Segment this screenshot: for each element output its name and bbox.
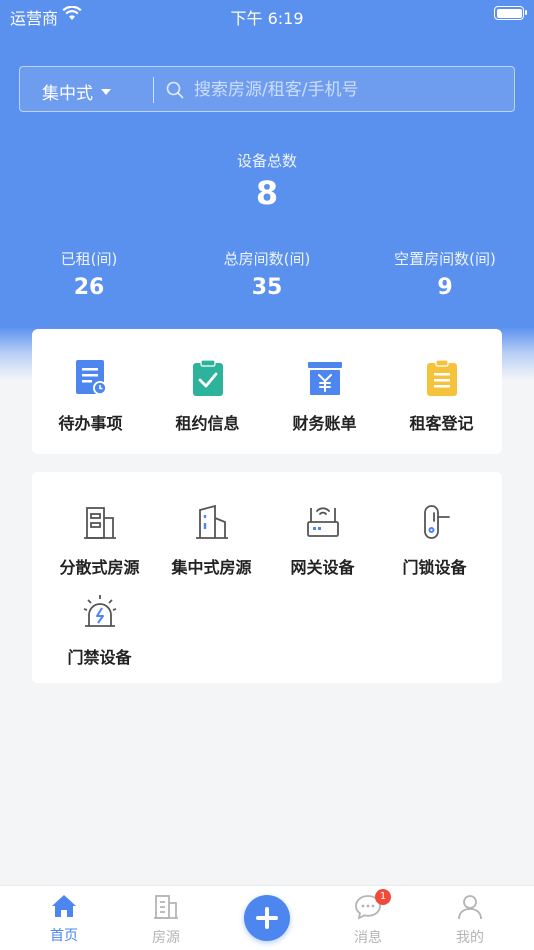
status-bar: 运营商 下午 6:19 <box>0 0 534 30</box>
stat-vacant-rooms[interactable]: 空置房间数(间) 9 <box>356 248 534 300</box>
home-icon <box>11 894 117 922</box>
quick-action-label: 待办事项 <box>58 414 123 433</box>
stat-total-rooms[interactable]: 总房间数(间) 35 <box>178 248 356 300</box>
battery-icon <box>494 6 527 20</box>
stat-value: 9 <box>437 275 453 300</box>
module-label: 门锁设备 <box>402 558 467 577</box>
add-button[interactable] <box>244 895 290 941</box>
tab-label: 房源 <box>152 930 180 946</box>
module-centralized-housing[interactable]: 集中式房源 <box>153 502 270 578</box>
tab-home[interactable]: 首页 <box>11 894 117 945</box>
module-scattered-housing[interactable]: 分散式房源 <box>41 502 158 578</box>
user-icon <box>417 894 523 924</box>
stat-label: 总房间数(间) <box>223 250 311 268</box>
tenant-register-icon <box>383 358 500 398</box>
device-total-label: 设备总数 <box>236 152 297 170</box>
quick-actions-card: 待办事项 租约信息 财务账单 租客登记 <box>32 329 502 454</box>
stat-label: 已租(间) <box>60 250 118 268</box>
modules-card: 分散式房源 集中式房源 网关设备 门锁设备 门禁设备 <box>32 472 502 683</box>
module-access-control[interactable]: 门禁设备 <box>41 592 158 668</box>
quick-action-label: 租客登记 <box>409 414 474 433</box>
stat-value: 35 <box>251 275 283 300</box>
tab-housing[interactable]: 房源 <box>113 894 219 947</box>
search-icon <box>166 81 184 103</box>
message-badge: 1 <box>375 889 391 905</box>
building-icon <box>113 894 219 924</box>
access-alarm-icon <box>41 592 158 632</box>
todo-list-icon <box>32 358 149 398</box>
building-type-dropdown[interactable]: 集中式 <box>42 79 111 104</box>
module-gateway-device[interactable]: 网关设备 <box>264 502 381 578</box>
scattered-building-icon <box>41 502 158 542</box>
tab-label: 消息 <box>354 930 382 946</box>
stat-label: 空置房间数(间) <box>394 250 496 268</box>
quick-action-finance[interactable]: 财务账单 <box>266 358 383 434</box>
search-bar: 集中式 <box>19 66 515 112</box>
quick-action-todo[interactable]: 待办事项 <box>32 358 149 434</box>
tab-label: 首页 <box>50 928 78 944</box>
stat-rented[interactable]: 已租(间) 26 <box>0 248 178 300</box>
search-divider <box>153 77 154 103</box>
tab-messages[interactable]: 消息 <box>315 894 421 947</box>
search-input[interactable] <box>194 77 494 103</box>
stat-value: 26 <box>73 275 105 300</box>
lease-clipboard-icon <box>149 358 266 398</box>
message-icon <box>315 894 421 924</box>
tab-label: 我的 <box>456 930 484 946</box>
finance-bill-icon <box>266 358 383 398</box>
caret-down-icon <box>101 88 111 95</box>
tab-profile[interactable]: 我的 <box>417 894 523 947</box>
module-label: 分散式房源 <box>59 558 140 577</box>
gateway-router-icon <box>264 502 381 542</box>
quick-action-label: 租约信息 <box>175 414 240 433</box>
centralized-building-icon <box>153 502 270 542</box>
clock: 下午 6:19 <box>230 9 304 28</box>
quick-action-label: 财务账单 <box>292 414 357 433</box>
module-label: 集中式房源 <box>171 558 252 577</box>
module-label: 门禁设备 <box>67 648 132 667</box>
module-door-lock[interactable]: 门锁设备 <box>376 502 493 578</box>
building-type-value: 集中式 <box>42 84 93 104</box>
module-label: 网关设备 <box>290 558 355 577</box>
door-lock-icon <box>376 502 493 542</box>
quick-action-lease[interactable]: 租约信息 <box>149 358 266 434</box>
quick-action-tenant[interactable]: 租客登记 <box>383 358 500 434</box>
device-total-value: 8 <box>255 174 279 212</box>
